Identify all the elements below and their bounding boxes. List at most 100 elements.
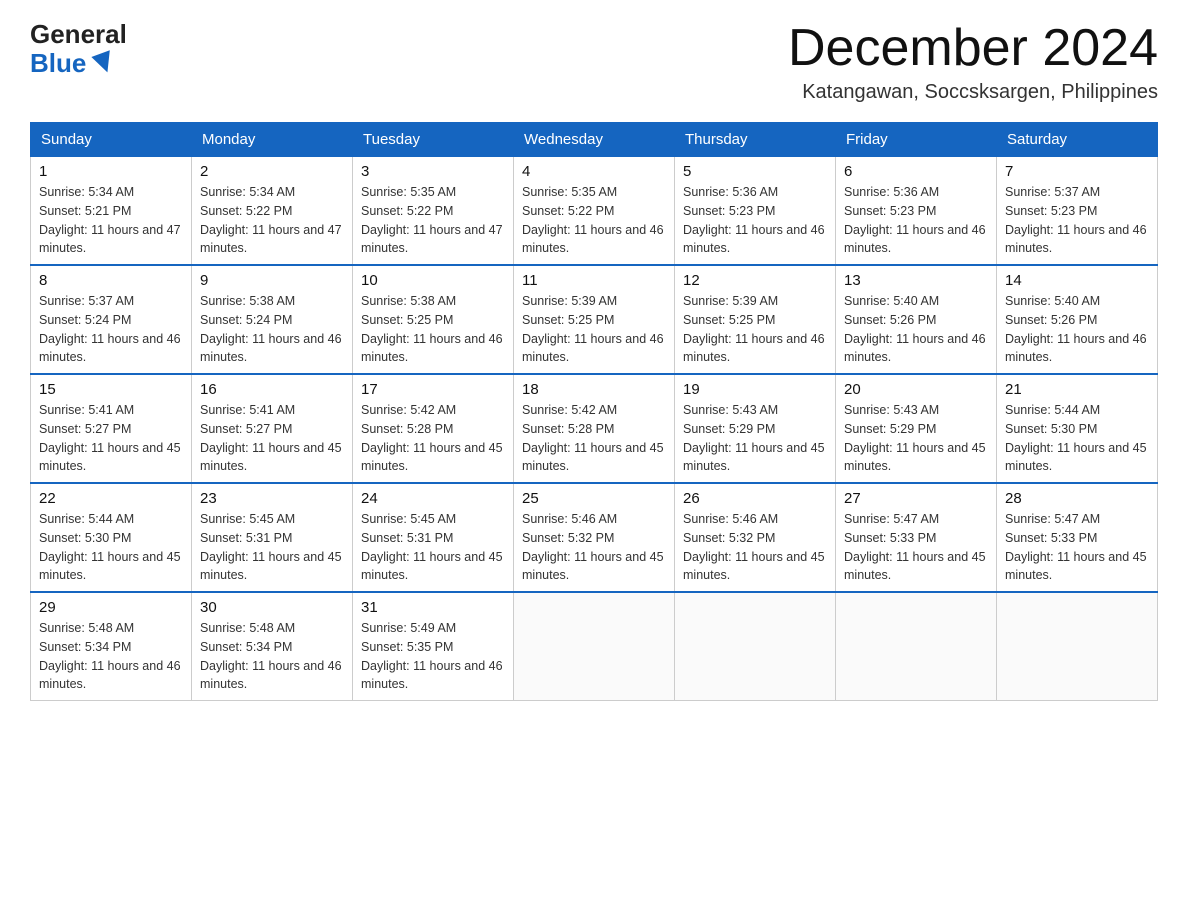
calendar-cell: 25 Sunrise: 5:46 AMSunset: 5:32 PMDaylig… bbox=[514, 483, 675, 592]
day-info: Sunrise: 5:49 AMSunset: 5:35 PMDaylight:… bbox=[361, 621, 503, 691]
day-number: 1 bbox=[39, 163, 183, 180]
day-number: 14 bbox=[1005, 272, 1149, 289]
day-info: Sunrise: 5:38 AMSunset: 5:24 PMDaylight:… bbox=[200, 294, 342, 364]
calendar-cell: 23 Sunrise: 5:45 AMSunset: 5:31 PMDaylig… bbox=[192, 483, 353, 592]
calendar-cell: 1 Sunrise: 5:34 AMSunset: 5:21 PMDayligh… bbox=[31, 157, 192, 266]
day-info: Sunrise: 5:41 AMSunset: 5:27 PMDaylight:… bbox=[39, 403, 181, 473]
day-info: Sunrise: 5:37 AMSunset: 5:23 PMDaylight:… bbox=[1005, 185, 1147, 255]
logo-general-text: General bbox=[30, 20, 127, 49]
calendar-cell: 28 Sunrise: 5:47 AMSunset: 5:33 PMDaylig… bbox=[997, 483, 1158, 592]
calendar-cell bbox=[997, 592, 1158, 701]
calendar-cell bbox=[675, 592, 836, 701]
day-info: Sunrise: 5:44 AMSunset: 5:30 PMDaylight:… bbox=[1005, 403, 1147, 473]
calendar-cell: 10 Sunrise: 5:38 AMSunset: 5:25 PMDaylig… bbox=[353, 265, 514, 374]
day-number: 11 bbox=[522, 272, 666, 289]
day-number: 13 bbox=[844, 272, 988, 289]
calendar-cell: 27 Sunrise: 5:47 AMSunset: 5:33 PMDaylig… bbox=[836, 483, 997, 592]
day-number: 23 bbox=[200, 490, 344, 507]
calendar-cell: 17 Sunrise: 5:42 AMSunset: 5:28 PMDaylig… bbox=[353, 374, 514, 483]
day-info: Sunrise: 5:44 AMSunset: 5:30 PMDaylight:… bbox=[39, 512, 181, 582]
day-number: 28 bbox=[1005, 490, 1149, 507]
day-info: Sunrise: 5:38 AMSunset: 5:25 PMDaylight:… bbox=[361, 294, 503, 364]
day-info: Sunrise: 5:47 AMSunset: 5:33 PMDaylight:… bbox=[1005, 512, 1147, 582]
day-number: 17 bbox=[361, 381, 505, 398]
day-number: 3 bbox=[361, 163, 505, 180]
day-header-monday: Monday bbox=[192, 123, 353, 157]
days-of-week-row: SundayMondayTuesdayWednesdayThursdayFrid… bbox=[31, 123, 1158, 157]
day-number: 6 bbox=[844, 163, 988, 180]
day-number: 7 bbox=[1005, 163, 1149, 180]
calendar-cell: 5 Sunrise: 5:36 AMSunset: 5:23 PMDayligh… bbox=[675, 157, 836, 266]
day-number: 19 bbox=[683, 381, 827, 398]
day-info: Sunrise: 5:37 AMSunset: 5:24 PMDaylight:… bbox=[39, 294, 181, 364]
day-info: Sunrise: 5:39 AMSunset: 5:25 PMDaylight:… bbox=[522, 294, 664, 364]
day-info: Sunrise: 5:48 AMSunset: 5:34 PMDaylight:… bbox=[200, 621, 342, 691]
day-number: 26 bbox=[683, 490, 827, 507]
calendar-cell: 12 Sunrise: 5:39 AMSunset: 5:25 PMDaylig… bbox=[675, 265, 836, 374]
day-info: Sunrise: 5:45 AMSunset: 5:31 PMDaylight:… bbox=[200, 512, 342, 582]
calendar-cell: 21 Sunrise: 5:44 AMSunset: 5:30 PMDaylig… bbox=[997, 374, 1158, 483]
day-info: Sunrise: 5:35 AMSunset: 5:22 PMDaylight:… bbox=[522, 185, 664, 255]
day-info: Sunrise: 5:43 AMSunset: 5:29 PMDaylight:… bbox=[683, 403, 825, 473]
day-info: Sunrise: 5:46 AMSunset: 5:32 PMDaylight:… bbox=[683, 512, 825, 582]
header: General Blue December 2024 Katangawan, S… bbox=[30, 20, 1158, 104]
week-row-5: 29 Sunrise: 5:48 AMSunset: 5:34 PMDaylig… bbox=[31, 592, 1158, 701]
day-info: Sunrise: 5:34 AMSunset: 5:21 PMDaylight:… bbox=[39, 185, 181, 255]
day-info: Sunrise: 5:43 AMSunset: 5:29 PMDaylight:… bbox=[844, 403, 986, 473]
day-header-sunday: Sunday bbox=[31, 123, 192, 157]
week-row-3: 15 Sunrise: 5:41 AMSunset: 5:27 PMDaylig… bbox=[31, 374, 1158, 483]
day-number: 12 bbox=[683, 272, 827, 289]
calendar-cell: 4 Sunrise: 5:35 AMSunset: 5:22 PMDayligh… bbox=[514, 157, 675, 266]
calendar-cell: 11 Sunrise: 5:39 AMSunset: 5:25 PMDaylig… bbox=[514, 265, 675, 374]
day-info: Sunrise: 5:36 AMSunset: 5:23 PMDaylight:… bbox=[683, 185, 825, 255]
calendar-cell: 20 Sunrise: 5:43 AMSunset: 5:29 PMDaylig… bbox=[836, 374, 997, 483]
day-info: Sunrise: 5:48 AMSunset: 5:34 PMDaylight:… bbox=[39, 621, 181, 691]
day-number: 20 bbox=[844, 381, 988, 398]
logo-blue-text: Blue bbox=[30, 49, 118, 78]
day-header-friday: Friday bbox=[836, 123, 997, 157]
calendar-cell: 24 Sunrise: 5:45 AMSunset: 5:31 PMDaylig… bbox=[353, 483, 514, 592]
calendar-cell: 7 Sunrise: 5:37 AMSunset: 5:23 PMDayligh… bbox=[997, 157, 1158, 266]
calendar-cell: 30 Sunrise: 5:48 AMSunset: 5:34 PMDaylig… bbox=[192, 592, 353, 701]
day-info: Sunrise: 5:36 AMSunset: 5:23 PMDaylight:… bbox=[844, 185, 986, 255]
week-row-1: 1 Sunrise: 5:34 AMSunset: 5:21 PMDayligh… bbox=[31, 157, 1158, 266]
logo: General Blue bbox=[30, 20, 127, 77]
calendar-body: 1 Sunrise: 5:34 AMSunset: 5:21 PMDayligh… bbox=[31, 157, 1158, 701]
day-number: 10 bbox=[361, 272, 505, 289]
day-info: Sunrise: 5:40 AMSunset: 5:26 PMDaylight:… bbox=[844, 294, 986, 364]
day-info: Sunrise: 5:41 AMSunset: 5:27 PMDaylight:… bbox=[200, 403, 342, 473]
calendar-cell: 8 Sunrise: 5:37 AMSunset: 5:24 PMDayligh… bbox=[31, 265, 192, 374]
day-info: Sunrise: 5:42 AMSunset: 5:28 PMDaylight:… bbox=[522, 403, 664, 473]
day-number: 25 bbox=[522, 490, 666, 507]
calendar-cell: 26 Sunrise: 5:46 AMSunset: 5:32 PMDaylig… bbox=[675, 483, 836, 592]
day-info: Sunrise: 5:42 AMSunset: 5:28 PMDaylight:… bbox=[361, 403, 503, 473]
day-number: 22 bbox=[39, 490, 183, 507]
day-info: Sunrise: 5:39 AMSunset: 5:25 PMDaylight:… bbox=[683, 294, 825, 364]
calendar-cell: 15 Sunrise: 5:41 AMSunset: 5:27 PMDaylig… bbox=[31, 374, 192, 483]
day-number: 9 bbox=[200, 272, 344, 289]
calendar-cell: 18 Sunrise: 5:42 AMSunset: 5:28 PMDaylig… bbox=[514, 374, 675, 483]
calendar-cell: 2 Sunrise: 5:34 AMSunset: 5:22 PMDayligh… bbox=[192, 157, 353, 266]
day-number: 29 bbox=[39, 599, 183, 616]
calendar-cell: 13 Sunrise: 5:40 AMSunset: 5:26 PMDaylig… bbox=[836, 265, 997, 374]
day-info: Sunrise: 5:47 AMSunset: 5:33 PMDaylight:… bbox=[844, 512, 986, 582]
day-info: Sunrise: 5:45 AMSunset: 5:31 PMDaylight:… bbox=[361, 512, 503, 582]
day-info: Sunrise: 5:34 AMSunset: 5:22 PMDaylight:… bbox=[200, 185, 342, 255]
week-row-4: 22 Sunrise: 5:44 AMSunset: 5:30 PMDaylig… bbox=[31, 483, 1158, 592]
day-header-saturday: Saturday bbox=[997, 123, 1158, 157]
day-number: 2 bbox=[200, 163, 344, 180]
day-number: 18 bbox=[522, 381, 666, 398]
calendar-cell: 6 Sunrise: 5:36 AMSunset: 5:23 PMDayligh… bbox=[836, 157, 997, 266]
calendar-cell: 9 Sunrise: 5:38 AMSunset: 5:24 PMDayligh… bbox=[192, 265, 353, 374]
calendar-cell: 16 Sunrise: 5:41 AMSunset: 5:27 PMDaylig… bbox=[192, 374, 353, 483]
calendar-cell: 22 Sunrise: 5:44 AMSunset: 5:30 PMDaylig… bbox=[31, 483, 192, 592]
calendar-table: SundayMondayTuesdayWednesdayThursdayFrid… bbox=[30, 122, 1158, 701]
day-number: 24 bbox=[361, 490, 505, 507]
day-number: 5 bbox=[683, 163, 827, 180]
day-number: 31 bbox=[361, 599, 505, 616]
day-number: 8 bbox=[39, 272, 183, 289]
day-number: 15 bbox=[39, 381, 183, 398]
day-header-wednesday: Wednesday bbox=[514, 123, 675, 157]
title-area: December 2024 Katangawan, Soccsksargen, … bbox=[788, 20, 1158, 104]
day-number: 16 bbox=[200, 381, 344, 398]
